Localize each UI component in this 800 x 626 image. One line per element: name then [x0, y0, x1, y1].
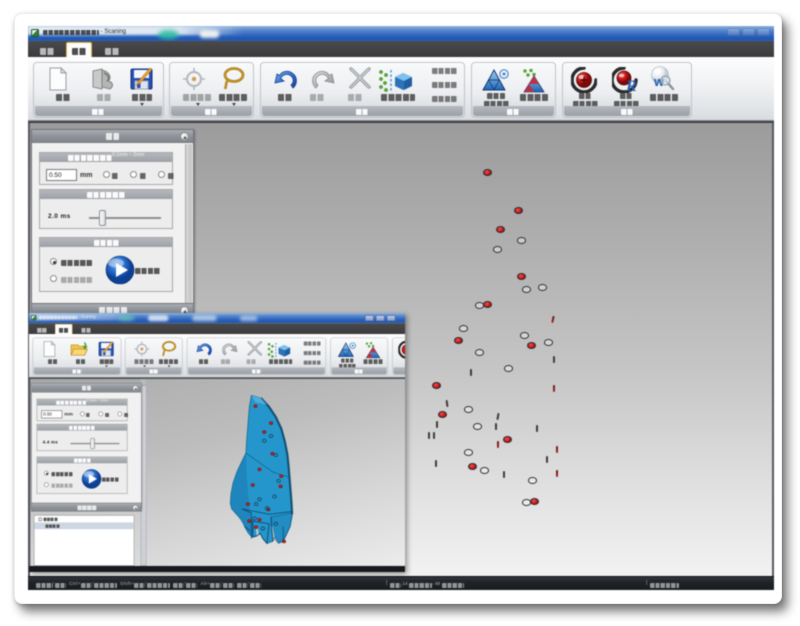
svg-text:R: R	[625, 78, 637, 93]
